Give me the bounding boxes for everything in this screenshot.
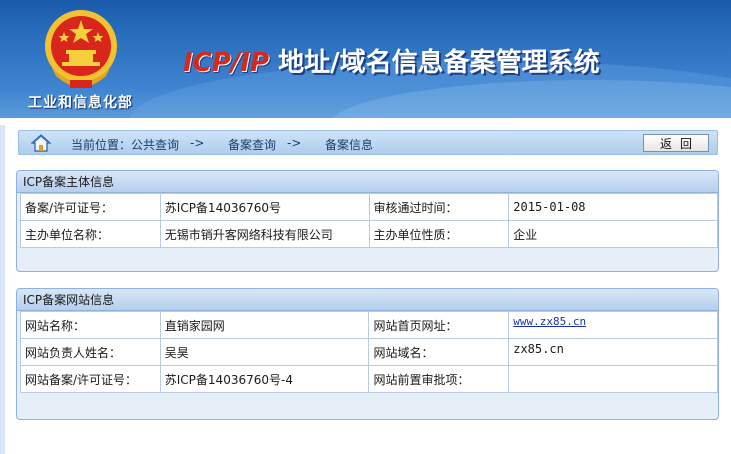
website-panel-title: ICP备案网站信息 (17, 289, 718, 311)
homepage-url-link[interactable]: www.zx85.cn (513, 315, 586, 328)
website-owner-label: 网站负责人姓名： (20, 338, 161, 366)
record-number-label: 备案/许可证号： (20, 193, 161, 221)
homepage-url-cell: www.zx85.cn (508, 311, 718, 339)
system-title-main: 地址/域名信息备案管理系统 (278, 48, 600, 78)
panel-footer (17, 393, 718, 411)
panel-footer (17, 248, 718, 266)
website-info-panel: ICP备案网站信息 网站名称： 直销家园网 网站首页网址： www.zx85.c… (16, 288, 719, 420)
table-row: 网站名称： 直销家园网 网站首页网址： www.zx85.cn (20, 311, 718, 339)
website-domain-value: zx85.cn (508, 338, 718, 366)
table-row: 网站负责人姓名： 吴昊 网站域名： zx85.cn (20, 338, 718, 366)
national-emblem-icon (45, 10, 117, 88)
website-owner-value: 吴昊 (159, 338, 370, 366)
website-name-label: 网站名称： (20, 311, 161, 339)
breadcrumb-item-record-query[interactable]: 备案查询 (228, 136, 276, 153)
homepage-url-label: 网站首页网址： (368, 311, 510, 339)
organizer-type-label: 主办单位性质： (368, 220, 510, 248)
breadcrumb-item-record-info: 备案信息 (325, 138, 374, 152)
system-title-prefix: ICP/IP (183, 48, 270, 78)
website-record-number-label: 网站备案/许可证号： (20, 365, 161, 393)
subject-info-table: 备案/许可证号： 苏ICP备14036760号 审核通过时间： 2015-01-… (20, 193, 718, 248)
system-title: ICP/IP 地址/域名信息备案管理系统 (183, 42, 600, 79)
table-row: 网站备案/许可证号： 苏ICP备14036760号-4 网站前置审批项： (20, 365, 718, 393)
back-button[interactable]: 返回 (643, 134, 709, 152)
organizer-name-value: 无锡市销升客网络科技有限公司 (159, 220, 370, 248)
breadcrumb-separator: -> (190, 136, 205, 150)
organizer-type-value: 企业 (508, 220, 718, 248)
breadcrumb-item-public-query[interactable]: 当前位置：公共查询 (71, 136, 179, 153)
website-info-table: 网站名称： 直销家园网 网站首页网址： www.zx85.cn 网站负责人姓名：… (20, 311, 718, 393)
ministry-name: 工业和信息化部 (28, 95, 133, 111)
subject-panel-title: ICP备案主体信息 (17, 171, 718, 193)
pre-approval-value (508, 365, 718, 393)
breadcrumb: 当前位置：公共查询 -> 备案查询 -> 备案信息 返回 (18, 130, 718, 155)
approval-date-label: 审核通过时间： (368, 193, 510, 221)
record-number-value: 苏ICP备14036760号 (159, 193, 370, 221)
subject-info-panel: ICP备案主体信息 备案/许可证号： 苏ICP备14036760号 审核通过时间… (16, 170, 719, 272)
approval-date-value: 2015-01-08 (508, 193, 718, 221)
table-row: 主办单位名称： 无锡市销升客网络科技有限公司 主办单位性质： 企业 (20, 220, 718, 248)
home-icon[interactable] (31, 134, 51, 152)
side-strip (0, 125, 5, 454)
pre-approval-label: 网站前置审批项： (368, 365, 510, 393)
site-header: 工业和信息化部 ICP/IP 地址/域名信息备案管理系统 (0, 0, 731, 118)
website-name-value: 直销家园网 (159, 311, 370, 339)
table-row: 备案/许可证号： 苏ICP备14036760号 审核通过时间： 2015-01-… (20, 193, 718, 221)
organizer-name-label: 主办单位名称： (20, 220, 161, 248)
website-domain-label: 网站域名： (368, 338, 510, 366)
website-record-number-value: 苏ICP备14036760号-4 (159, 365, 370, 393)
breadcrumb-separator: -> (287, 136, 302, 150)
